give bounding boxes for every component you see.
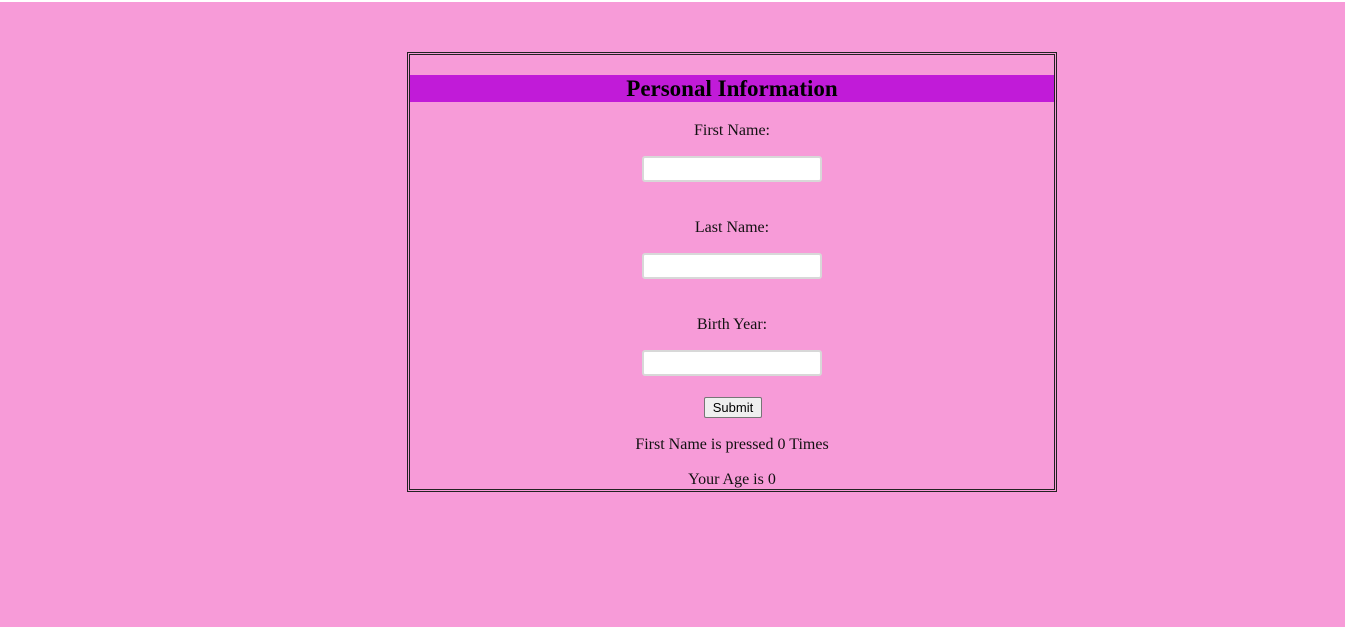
- top-edge-line: [0, 0, 1345, 2]
- press-count-text: First Name is pressed 0 Times: [635, 436, 829, 453]
- submit-button[interactable]: Submit: [704, 397, 762, 418]
- birth-year-label: Birth Year:: [696, 316, 768, 333]
- form-title: Personal Information: [410, 75, 1054, 102]
- birth-year-input[interactable]: [642, 350, 822, 376]
- first-name-input[interactable]: [642, 156, 822, 182]
- age-text: Your Age is 0: [688, 471, 776, 488]
- first-name-label: First Name:: [694, 122, 770, 139]
- personal-info-form: Personal Information First Name: Last Na…: [407, 52, 1057, 492]
- last-name-input[interactable]: [642, 253, 822, 279]
- last-name-label: Last Name:: [694, 219, 770, 236]
